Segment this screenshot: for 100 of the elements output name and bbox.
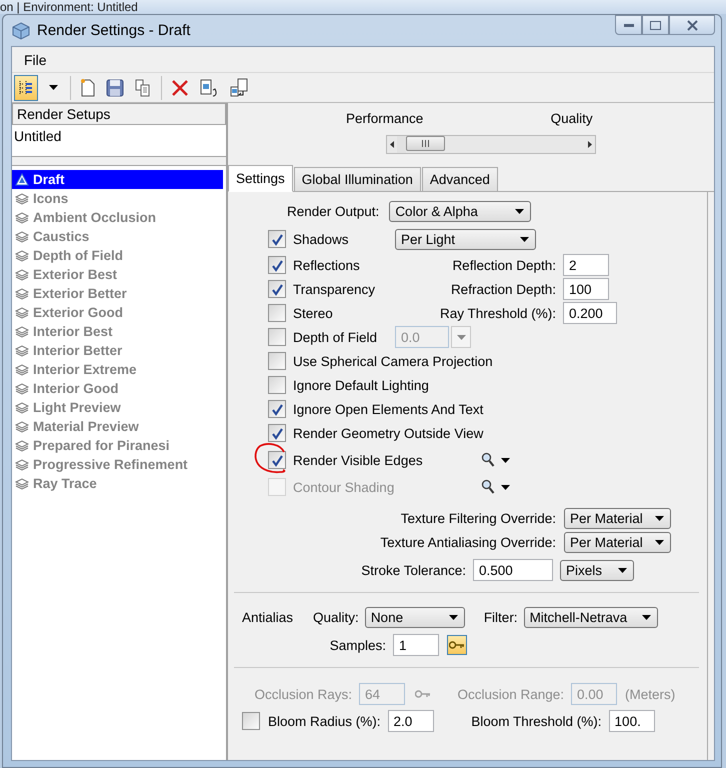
input-field[interactable]: 0.200 <box>563 302 617 324</box>
checkbox[interactable] <box>268 376 286 394</box>
list-item[interactable]: Light Preview <box>12 398 223 417</box>
checkbox-label: Bloom Radius (%): <box>268 714 381 728</box>
section-label: Antialias <box>242 610 294 624</box>
field-label: Texture Filtering Override: <box>400 510 556 526</box>
stack-icon <box>15 364 29 376</box>
input-field[interactable]: 2.0 <box>388 710 434 732</box>
list-item[interactable]: Exterior Best <box>12 265 223 284</box>
list-item[interactable]: Material Preview <box>12 417 223 436</box>
input-field[interactable]: 0.500 <box>473 559 553 581</box>
checkbox[interactable] <box>268 424 286 442</box>
checkbox[interactable] <box>268 400 286 418</box>
stack-icon <box>15 458 29 470</box>
checkbox-label: Reflections <box>293 258 360 272</box>
checkbox-label: Use Spherical Camera Projection <box>293 354 493 368</box>
caret-icon <box>520 236 529 242</box>
tab[interactable]: Settings <box>228 165 293 192</box>
minimize-button[interactable] <box>615 15 642 35</box>
list-item[interactable]: Ray Trace <box>12 474 223 493</box>
checkbox[interactable] <box>268 328 286 346</box>
checkbox[interactable] <box>268 352 286 370</box>
dropdown[interactable]: Per Light <box>395 228 536 250</box>
field-label: Filter: <box>484 610 518 624</box>
dropdown[interactable]: Pixels <box>560 560 634 580</box>
export-icon <box>229 78 249 98</box>
checkbox-label: Ignore Default Lighting <box>293 378 429 392</box>
stack-icon <box>15 344 29 356</box>
stack-icon <box>15 268 29 280</box>
key-button[interactable] <box>447 635 467 655</box>
stack-icon <box>15 212 29 224</box>
slider-label: Performance <box>346 111 424 128</box>
list-item[interactable]: Ambient Occlusion <box>12 208 223 227</box>
new-document-icon <box>80 78 96 98</box>
dropdown[interactable]: None <box>364 606 465 628</box>
slider-label: Quality <box>550 111 594 128</box>
stack-icon <box>15 478 29 490</box>
input-field[interactable]: 100 <box>563 278 609 300</box>
copy-icon <box>134 78 152 96</box>
field-label: Refraction Depth: <box>450 282 556 296</box>
stack-icon <box>15 420 29 432</box>
caret-icon <box>642 614 651 620</box>
dropdown-button[interactable] <box>501 458 510 462</box>
list-item[interactable]: Exterior Good <box>12 303 223 322</box>
field-label: Bloom Threshold (%): <box>471 714 602 728</box>
field-label: Occlusion Range: <box>457 686 564 702</box>
dropdown[interactable]: Mitchell-Netrava <box>524 606 658 628</box>
dropdown[interactable]: Per Material <box>564 508 671 528</box>
list-item[interactable]: Prepared for Piranesi <box>12 436 223 455</box>
checkbox-label: Render Geometry Outside View <box>293 426 484 440</box>
background-window-title: on | Environment: Untitled <box>0 0 138 14</box>
delete-icon <box>171 78 189 96</box>
menu-item[interactable]: File <box>24 52 47 68</box>
zoom-button[interactable] <box>481 452 495 468</box>
right-arrow-icon <box>587 141 593 148</box>
checkbox[interactable] <box>268 256 286 274</box>
list-item[interactable]: Interior Extreme <box>12 360 223 379</box>
slider-thumb[interactable] <box>406 136 446 151</box>
dropdown[interactable]: Per Material <box>564 532 671 552</box>
field-label: Stroke Tolerance: <box>361 562 466 578</box>
list-item[interactable]: Interior Better <box>12 341 223 360</box>
list-item[interactable]: Progressive Refinement <box>12 455 223 474</box>
tab[interactable]: Advanced <box>422 167 498 191</box>
save-icon <box>106 78 124 96</box>
input-field[interactable]: 100. <box>608 710 655 732</box>
checkbox[interactable] <box>268 304 286 322</box>
checkbox[interactable] <box>268 451 286 469</box>
checkbox[interactable] <box>242 712 260 730</box>
maximize-icon <box>650 20 661 30</box>
stack-icon <box>15 440 29 452</box>
checkbox[interactable] <box>268 280 286 298</box>
triangle-icon <box>15 173 29 186</box>
field-label: Render Output: <box>287 204 380 218</box>
list-item[interactable]: Caustics <box>12 227 223 246</box>
tab[interactable]: Global Illumination <box>294 167 421 191</box>
input-field[interactable]: 2 <box>563 254 609 276</box>
list-item[interactable]: Interior Good <box>12 379 223 398</box>
caret-icon <box>618 568 627 572</box>
maximize-button[interactable] <box>642 15 669 35</box>
dropdown[interactable]: Color & Alpha <box>389 200 532 222</box>
list-item[interactable]: Icons <box>12 189 223 208</box>
list-item[interactable]: Draft <box>12 170 223 189</box>
magnifier-icon <box>481 452 495 468</box>
caret-icon <box>501 484 510 490</box>
list-item[interactable]: Depth of Field <box>12 246 223 265</box>
stack-icon <box>15 192 29 204</box>
tree-view-icon <box>17 78 35 96</box>
key-icon <box>415 690 431 698</box>
close-button[interactable] <box>669 15 715 35</box>
checkbox-label: Depth of Field <box>293 330 378 344</box>
list-item[interactable]: Exterior Better <box>12 284 223 303</box>
caret-icon <box>448 614 458 620</box>
caret-icon <box>456 334 466 340</box>
caret-icon <box>655 516 664 520</box>
checkbox-label: Stereo <box>293 306 333 320</box>
unit-label: (Meters) <box>625 686 676 702</box>
list-item[interactable]: Interior Best <box>12 322 223 341</box>
input-field[interactable]: 1 <box>393 634 439 656</box>
tree-view-button[interactable] <box>14 74 38 100</box>
checkbox[interactable] <box>268 230 286 248</box>
